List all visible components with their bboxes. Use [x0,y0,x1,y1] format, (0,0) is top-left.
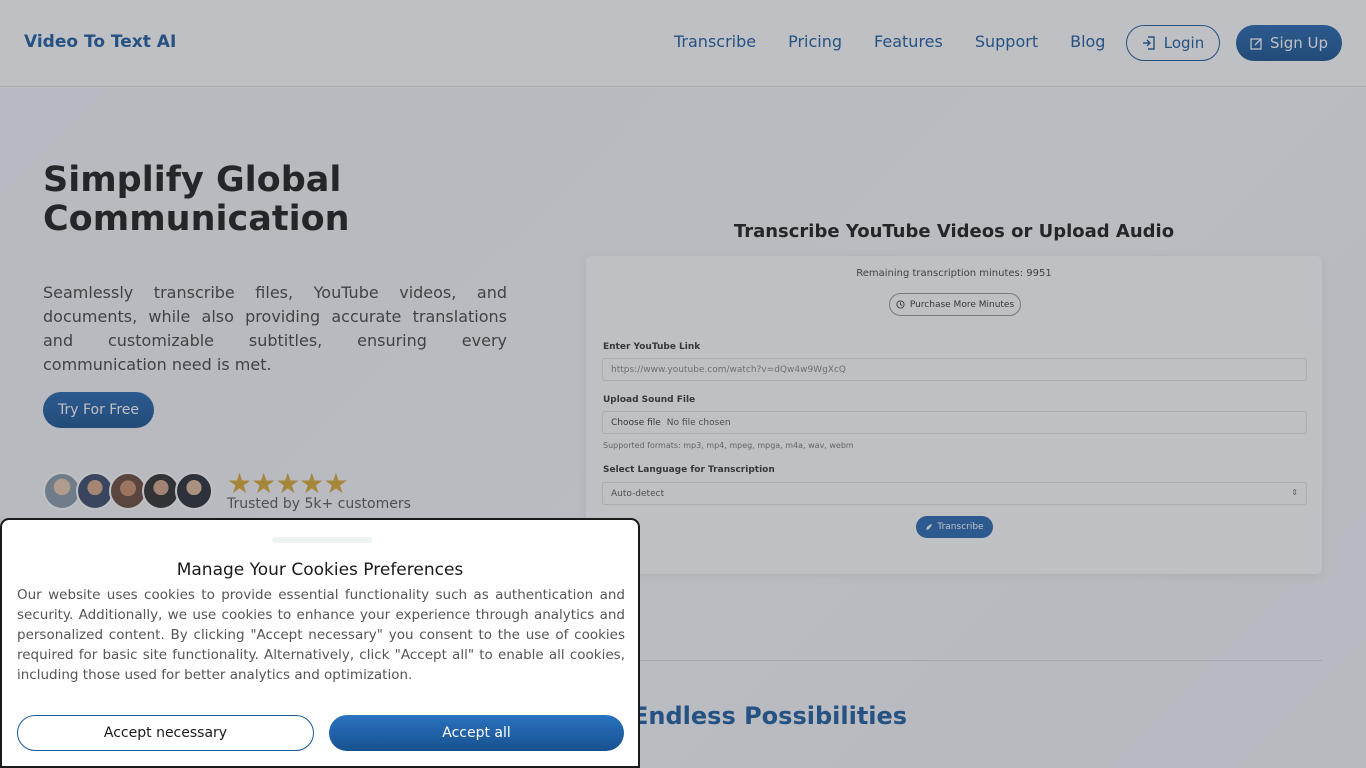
accept-all-button[interactable]: Accept all [329,715,624,751]
drag-handle[interactable] [272,537,372,543]
cookie-title: Manage Your Cookies Preferences [176,560,464,580]
accept-necessary-button[interactable]: Accept necessary [17,715,314,751]
cookie-description: Our website uses cookies to provide esse… [17,587,625,683]
cookie-consent-modal: Manage Your Cookies Preferences Our webs… [0,518,640,768]
